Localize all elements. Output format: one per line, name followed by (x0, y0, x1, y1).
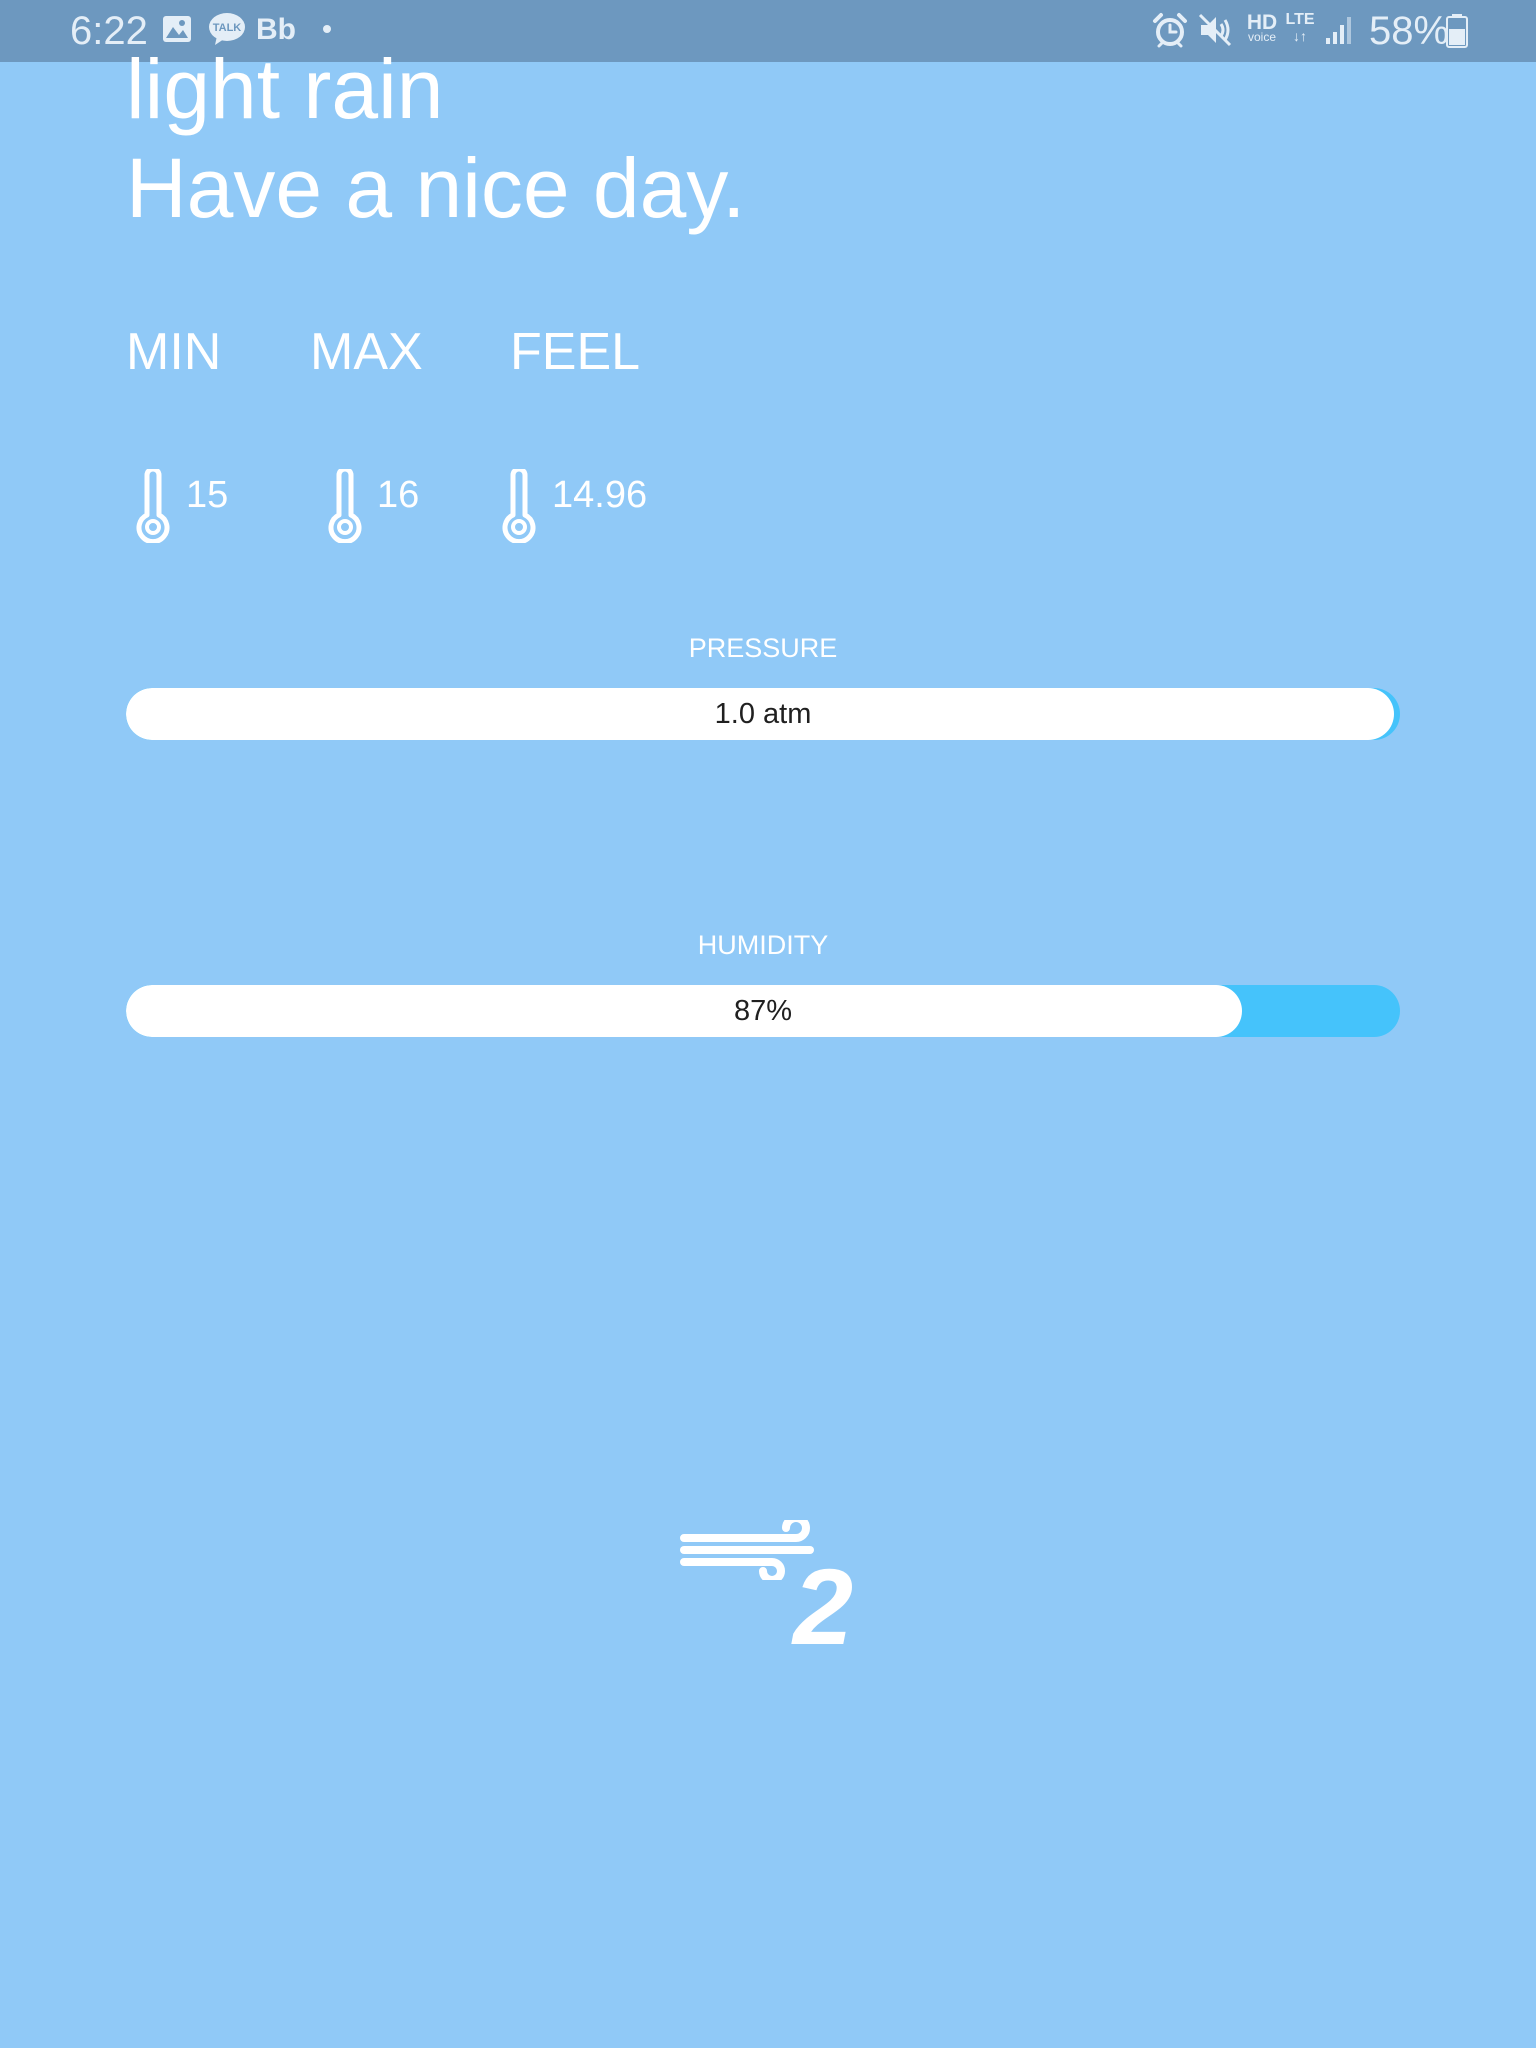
signal-icon (1326, 17, 1351, 44)
feel-value: 14.96 (552, 474, 648, 516)
humidity-title: HUMIDITY (697, 930, 829, 960)
battery-icon (1446, 14, 1468, 48)
weather-condition: light rain (126, 42, 444, 136)
mute-icon (1198, 13, 1232, 47)
max-label: MAX (310, 323, 423, 381)
pressure-bar: 1.0 atm (126, 688, 1400, 740)
hd-voice-icon: HD voice (1242, 12, 1282, 43)
alarm-icon (1153, 13, 1187, 48)
thermometer-icon (328, 469, 362, 543)
min-label: MIN (126, 323, 222, 381)
thermometer-icon (136, 469, 170, 543)
talk-label: TALK (213, 22, 242, 34)
pressure-title: PRESSURE (688, 633, 838, 663)
data-arrows-icon: ↓↑ (1293, 28, 1307, 44)
kakaotalk-icon: TALK (209, 13, 245, 45)
feel-label: FEEL (510, 323, 641, 381)
min-value: 15 (186, 474, 229, 516)
lte-icon: LTE ↓↑ (1282, 11, 1318, 44)
max-value: 16 (377, 474, 420, 516)
thermometer-icon (502, 469, 536, 543)
greeting-text: Have a nice day. (126, 141, 746, 235)
dot-icon (323, 25, 331, 33)
wind-speed-value: 2 (793, 1546, 854, 1667)
pressure-value: 1.0 atm (714, 698, 812, 730)
battery-percentage: 58% (1369, 9, 1450, 53)
image-icon (163, 16, 191, 42)
humidity-bar: 87% (126, 985, 1400, 1037)
humidity-value: 87% (733, 995, 793, 1027)
lte-label: LTE (1285, 11, 1315, 28)
